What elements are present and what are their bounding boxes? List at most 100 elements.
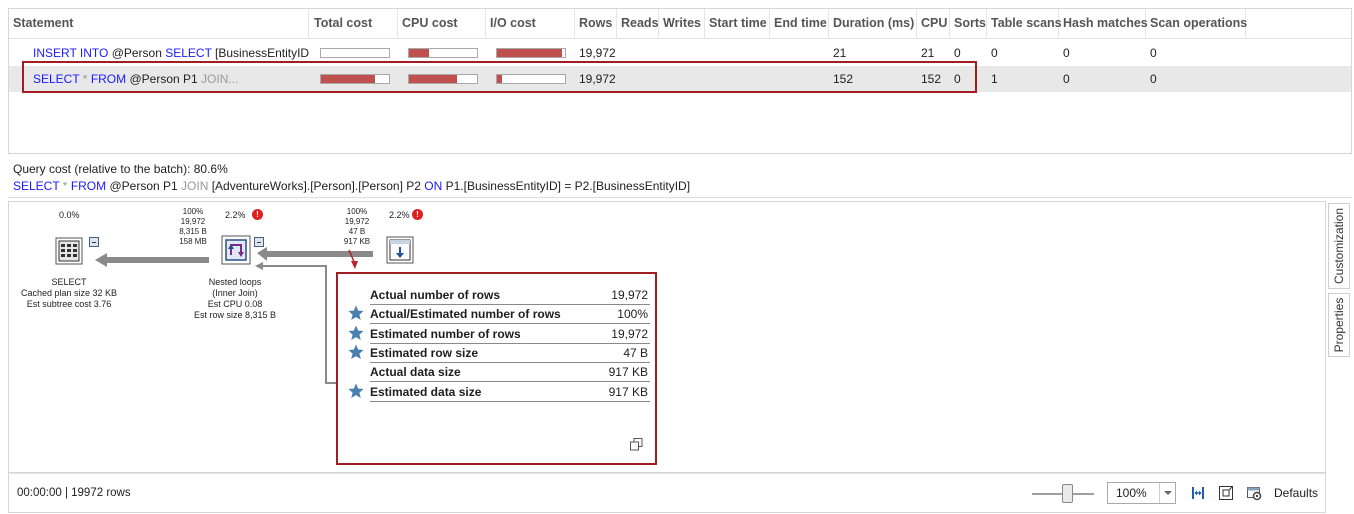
tab-customization[interactable]: Customization <box>1328 203 1350 289</box>
nested-loops-icon[interactable] <box>221 235 251 265</box>
scan-operations-cell: 0 <box>1150 46 1157 60</box>
operator-tooltip: Actual number of rows 19,972 Actual/Esti… <box>336 272 657 465</box>
stat-line: 8,315 B <box>179 227 207 236</box>
tooltip-label: Estimated number of rows <box>370 327 521 341</box>
col-scan-operations[interactable]: Scan operations <box>1146 9 1247 39</box>
col-end-time[interactable]: End time <box>770 9 829 39</box>
side-panel: Customization Properties <box>1327 201 1352 513</box>
tab-properties[interactable]: Properties <box>1328 293 1350 357</box>
select-line: SELECT <box>51 277 87 287</box>
execution-plan-canvas[interactable]: 0.0% SELECT Cached plan size 32 KB Est s… <box>8 201 1326 473</box>
settings-icon[interactable] <box>1246 485 1262 501</box>
nested-line: Est row size 8,315 B <box>193 310 277 320</box>
select-cost-pct: 0.0% <box>59 210 80 220</box>
sql-star: * <box>59 179 71 193</box>
zoom-to-fit-icon[interactable] <box>1218 485 1234 501</box>
col-hash-matches[interactable]: Hash matches <box>1059 9 1148 39</box>
tooltip-value: 100% <box>617 307 648 321</box>
stat-line: 917 KB <box>343 237 371 246</box>
nested-stats: 100% 19,972 8,315 B 158 MB <box>169 207 217 247</box>
query-cost-label: Query cost (relative to the batch): 80.6… <box>13 162 228 176</box>
stat-line: 100% <box>346 207 368 216</box>
tooltip-row: Estimated data size 917 KB <box>348 382 650 402</box>
stat-line: 158 MB <box>179 237 207 246</box>
tab-label: Customization <box>1332 207 1346 285</box>
star-icon <box>348 344 364 359</box>
selected-row-highlight <box>22 61 977 93</box>
tooltip-row: Estimated number of rows 19,972 <box>348 324 650 344</box>
tooltip-label: Actual/Estimated number of rows <box>370 307 561 321</box>
divider <box>8 197 1352 198</box>
col-cpu[interactable]: CPU <box>917 9 950 39</box>
col-start-time[interactable]: Start time <box>705 9 770 39</box>
scan-operations-cell: 0 <box>1150 72 1157 86</box>
stat-line: 19,972 <box>180 217 206 226</box>
warning-icon[interactable]: ! <box>412 209 423 220</box>
tooltip-value: 917 KB <box>608 385 648 399</box>
query-text: SELECT * FROM @Person P1 JOIN [Adventure… <box>13 179 690 193</box>
sql-keyword-dim: JOIN <box>181 179 209 193</box>
io-cost-bar-fill <box>497 49 562 57</box>
arrow-scan <box>257 247 373 261</box>
table-scan-icon[interactable] <box>386 236 414 264</box>
stat-line: 19,972 <box>344 217 370 226</box>
scan-stats: 100% 19,972 47 B 917 KB <box>333 207 381 247</box>
nested-line: Est CPU 0.08 <box>207 299 263 309</box>
col-table-scans[interactable]: Table scans <box>987 9 1062 39</box>
tooltip-label: Estimated row size <box>370 346 479 360</box>
zoom-slider-thumb[interactable] <box>1062 484 1073 503</box>
tooltip-value: 917 KB <box>608 365 648 379</box>
tooltip-value: 19,972 <box>611 288 648 302</box>
tooltip-label: Estimated data size <box>370 385 482 399</box>
cpu-cost-bar <box>408 48 478 58</box>
col-rows[interactable]: Rows <box>575 9 617 39</box>
collapse-toggle[interactable] <box>89 237 99 247</box>
sql-text: @Person <box>108 46 166 60</box>
col-sorts[interactable]: Sorts <box>950 9 987 39</box>
copy-icon[interactable] <box>630 438 643 451</box>
table-scans-cell: 1 <box>991 72 998 86</box>
fit-width-icon[interactable] <box>1190 485 1206 501</box>
col-statement[interactable]: Statement <box>9 9 309 39</box>
sql-text: [BusinessEntityID],... <box>215 46 309 60</box>
chevron-down-icon[interactable] <box>1159 483 1175 503</box>
defaults-link[interactable]: Defaults <box>1274 486 1318 500</box>
tooltip-row: Estimated row size 47 B <box>348 343 650 363</box>
sql-keyword: FROM <box>70 179 107 193</box>
cpu-cost-bar-fill <box>409 49 430 57</box>
sql-keyword: ON <box>424 179 443 193</box>
col-reads[interactable]: Reads <box>617 9 659 39</box>
tooltip-value: 19,972 <box>611 327 648 341</box>
tooltip-label: Actual number of rows <box>370 288 501 302</box>
col-cpu-cost[interactable]: CPU cost <box>398 9 486 39</box>
collapse-toggle[interactable] <box>254 237 264 247</box>
status-text: 00:00:00 | 19972 rows <box>17 487 131 499</box>
warning-icon[interactable]: ! <box>252 209 263 220</box>
col-duration[interactable]: Duration (ms) <box>829 9 917 39</box>
sql-keyword: SELECT <box>165 46 212 60</box>
sql-text: [AdventureWorks].[Person].[Person] P2 <box>208 179 425 193</box>
star-icon <box>348 383 364 398</box>
sql-text: P1.[BusinessEntityID] = P2.[BusinessEnti… <box>442 179 691 193</box>
hash-matches-cell: 0 <box>1063 46 1070 60</box>
tooltip-row: Actual/Estimated number of rows 100% <box>348 304 650 324</box>
zoom-value: 100% <box>1116 486 1147 500</box>
col-total-cost[interactable]: Total cost <box>310 9 398 39</box>
sql-keyword: SELECT <box>13 179 60 193</box>
plan-footer: 00:00:00 | 19972 rows 100% Defaults <box>8 473 1326 513</box>
star-icon <box>348 305 364 320</box>
tooltip-row: Actual number of rows 19,972 <box>370 285 650 305</box>
col-writes[interactable]: Writes <box>659 9 705 39</box>
scan-cost-pct: 2.2% <box>389 210 410 220</box>
nested-line: (Inner Join) <box>212 288 258 298</box>
select-line: Est subtree cost 3.76 <box>26 299 112 309</box>
select-operator-icon[interactable] <box>55 237 83 265</box>
grid-header: Statement Total cost CPU cost I/O cost R… <box>9 9 1351 39</box>
select-node-label: SELECT Cached plan size 32 KB Est subtre… <box>14 277 124 310</box>
col-io-cost[interactable]: I/O cost <box>486 9 575 39</box>
arrow-lookup-head <box>255 262 263 270</box>
tooltip-row: Actual data size 917 KB <box>370 362 650 382</box>
arrow-select <box>95 253 209 267</box>
zoom-select[interactable]: 100% <box>1107 482 1176 504</box>
tooltip-pointer-head <box>351 261 358 269</box>
